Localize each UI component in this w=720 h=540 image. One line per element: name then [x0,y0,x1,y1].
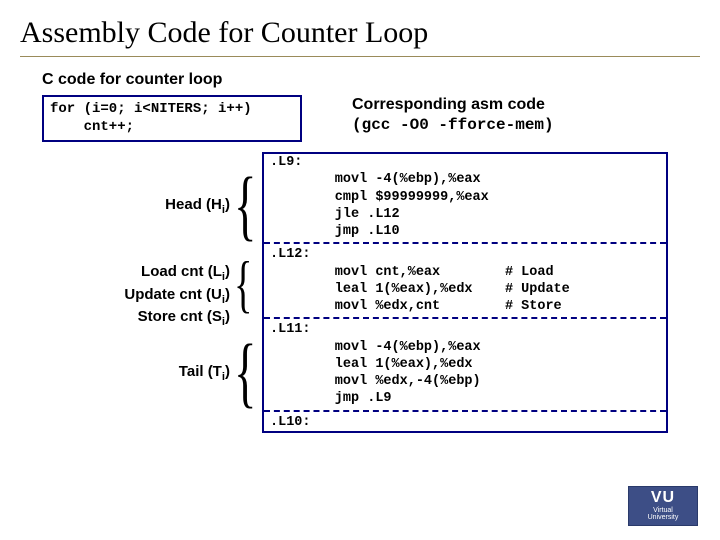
asm-instr: jmp .L10 [264,223,666,240]
section-divider [264,410,666,412]
asm-label-L11: .L11: [264,321,666,338]
asm-subtitle: (gcc -O0 -fforce-mem) [352,116,554,134]
label-load-update-store: Load cnt (Li) Update cnt (Ui) Store cnt … [70,262,230,330]
asm-instr: movl -4(%ebp),%eax [264,339,666,356]
asm-instr: movl %edx,cnt # Store [264,298,666,315]
asm-instr: jle .L12 [264,206,666,223]
asm-instr: cmpl $99999999,%eax [264,189,666,206]
asm-heading-block: Corresponding asm code (gcc -O0 -fforce-… [352,96,554,134]
asm-instr: leal 1(%eax),%edx [264,356,666,373]
asm-instr: leal 1(%eax),%edx # Update [264,281,666,298]
brace-icon: { [234,252,252,316]
logo-subtext: University [629,514,697,521]
c-code-line-2: cnt++; [50,119,134,135]
c-code-line-1: for (i=0; i<NITERS; i++) [50,101,252,117]
label-head: Head (Hi) [70,196,230,216]
section-divider [264,242,666,244]
label-tail: Tail (Ti) [70,363,230,383]
asm-instr: jmp .L9 [264,390,666,407]
c-code-box: for (i=0; i<NITERS; i++) cnt++; [42,95,302,142]
asm-label-L10: .L10: [264,414,666,431]
logo-text: VU [629,487,697,507]
c-heading: C code for counter loop [42,71,700,89]
asm-instr: movl cnt,%eax # Load [264,264,666,281]
asm-label-L9: .L9: [264,154,666,171]
asm-instr: movl %edx,-4(%ebp) [264,373,666,390]
asm-code-box: .L9: movl -4(%ebp),%eax cmpl $99999999,%… [262,152,668,433]
brace-icon: { [234,166,256,244]
brace-icon: { [234,333,256,411]
asm-label-L12: .L12: [264,246,666,263]
logo-subtext: Virtual [629,507,697,514]
asm-instr: movl -4(%ebp),%eax [264,171,666,188]
section-divider [264,317,666,319]
page-title: Assembly Code for Counter Loop [20,12,700,57]
vu-logo: VU Virtual University [628,486,698,526]
asm-title: Corresponding asm code [352,96,554,114]
